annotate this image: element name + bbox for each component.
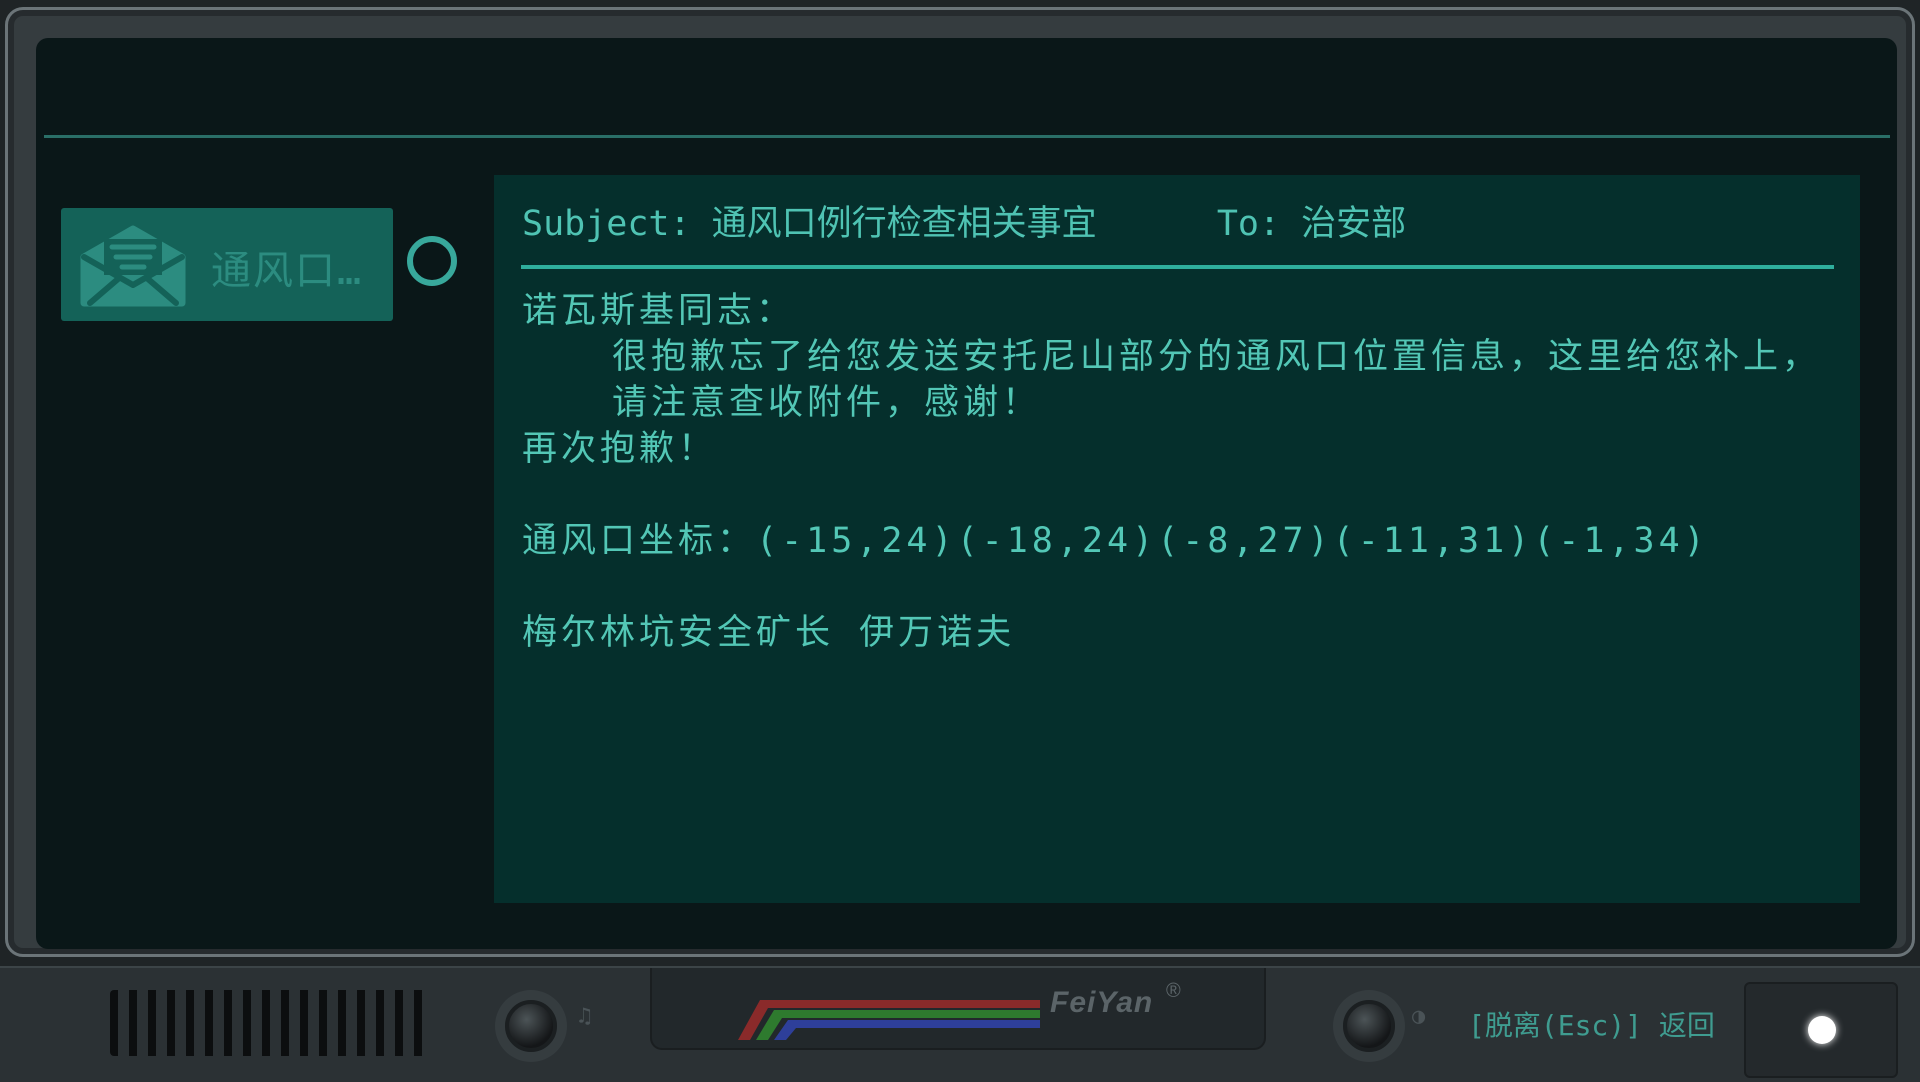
top-divider — [44, 135, 1890, 138]
subject-label: Subject: — [522, 204, 691, 244]
inbox-item-title: 通风口… — [211, 248, 364, 294]
mail-greeting: 诺瓦斯基同志： — [522, 291, 796, 331]
mail-apology: 再次抱歉！ — [522, 429, 718, 469]
inbox-item-vent-inspection[interactable]: 通风口… — [61, 208, 393, 321]
speaker-grille — [110, 990, 430, 1056]
brand-plate: FeiYan ® — [650, 968, 1266, 1050]
mail-reading-pane: Subject: 通风口例行检查相关事宜 To: 治安部 诺瓦斯基同志： 很抱歉… — [494, 175, 1860, 903]
monitor-console: ♫ FeiYan ® ◑ [脱离(Esc)] 返回 — [0, 966, 1920, 1082]
power-led-icon — [1808, 1016, 1836, 1044]
mail-coordinates: 通风口坐标：(-15,24)(-18,24)(-8,27)(-11,31)(-1… — [522, 521, 1709, 561]
unread-ring-icon — [407, 236, 457, 286]
music-note-icon: ♫ — [578, 1004, 592, 1029]
mail-signature: 梅尔林坑安全矿长 伊万诺夫 — [522, 613, 1016, 653]
registered-mark: ® — [1166, 980, 1181, 1002]
mail-paragraph: 很抱歉忘了给您发送安托尼山部分的通风口位置信息，这里给您补上，请注意查收附件，感… — [612, 337, 1822, 423]
monitor-bezel: 通风口… Subject: 通风口例行检查相关事宜 To: 治安部 诺瓦斯基同志… — [5, 7, 1915, 957]
volume-knob[interactable] — [505, 1000, 557, 1052]
power-button[interactable] — [1744, 982, 1898, 1078]
open-envelope-icon — [80, 225, 186, 307]
exit-return-button[interactable]: [脱离(Esc)] 返回 — [1468, 1004, 1715, 1044]
brand-stripes-logo — [738, 1000, 1040, 1040]
mail-recipient: 治安部 — [1301, 204, 1407, 244]
brand-name: FeiYan — [1050, 986, 1154, 1019]
terminal-screen: 通风口… Subject: 通风口例行检查相关事宜 To: 治安部 诺瓦斯基同志… — [36, 38, 1897, 949]
mail-body: 诺瓦斯基同志： 很抱歉忘了给您发送安托尼山部分的通风口位置信息，这里给您补上，请… — [522, 288, 1838, 656]
mail-header: Subject: 通风口例行检查相关事宜 To: 治安部 — [522, 195, 1406, 245]
to-label: To: — [1216, 204, 1281, 244]
header-divider — [521, 265, 1834, 269]
brightness-icon: ◑ — [1412, 1004, 1426, 1029]
mail-subject: 通风口例行检查相关事宜 — [711, 204, 1097, 244]
brightness-knob[interactable] — [1343, 1000, 1395, 1052]
